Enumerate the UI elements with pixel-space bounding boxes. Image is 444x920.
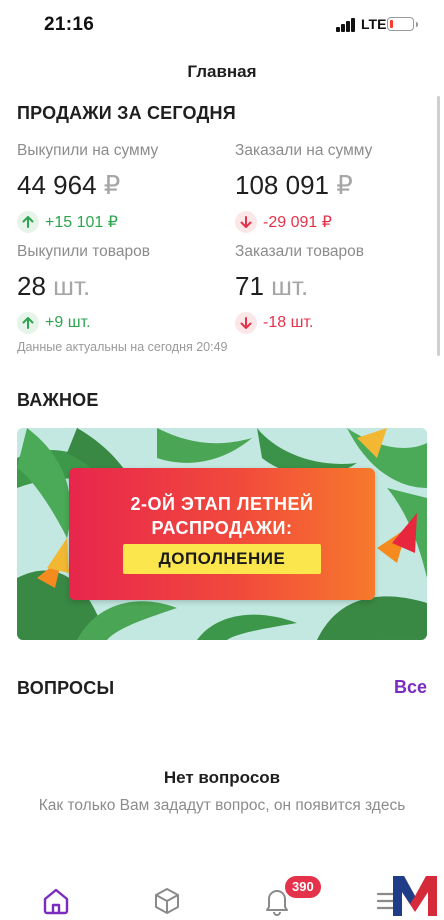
status-bar: 21:16 LTE — [0, 0, 444, 52]
page-title: Главная — [187, 62, 257, 81]
stat-delta: +15 101 ₽ — [17, 211, 217, 233]
stat-label: Выкупили товаров — [17, 243, 150, 260]
arrow-up-icon — [17, 211, 39, 233]
see-all-link[interactable]: Все — [394, 677, 427, 698]
stat-ordered-sum: Заказали на сумму 108 091 ₽ -29 091 ₽ — [235, 142, 435, 233]
status-time: 21:16 — [44, 14, 95, 35]
network-type: LTE — [361, 16, 387, 32]
stat-label: Заказали на сумму — [235, 142, 373, 159]
arrow-up-icon — [17, 312, 39, 334]
stat-ordered-items: Заказали товаров 71 шт. -18 шт. — [235, 243, 435, 334]
arrow-down-icon — [235, 312, 257, 334]
updated-note: Данные актуальны на сегодня 20:49 — [17, 340, 228, 354]
nav-products[interactable] — [152, 886, 182, 916]
delta-value: +15 101 ₽ — [45, 214, 118, 231]
box-icon — [155, 888, 179, 914]
promo-pill: ДОПОЛНЕНИЕ — [123, 544, 321, 574]
stat-unit: шт. — [271, 271, 309, 301]
stat-delta: -29 091 ₽ — [235, 211, 435, 233]
stat-label: Выкупили на сумму — [17, 142, 159, 159]
bottom-nav — [0, 868, 444, 920]
notifications-badge: 390 — [285, 876, 321, 898]
nav-home[interactable] — [41, 886, 71, 916]
promo-headline-line2: РАСПРОДАЖИ: — [151, 518, 293, 538]
empty-state-title: Нет вопросов — [163, 768, 281, 787]
promo-headline-line1: 2-ОЙ ЭТАП ЛЕТНЕЙ — [130, 494, 314, 514]
stat-value: 44 964 ₽ — [17, 170, 217, 201]
promo-banner[interactable]: 2-ОЙ ЭТАП ЛЕТНЕЙ РАСПРОДАЖИ: ДОПОЛНЕНИЕ — [17, 428, 427, 640]
arrow-down-icon — [235, 211, 257, 233]
stat-value: 108 091 ₽ — [235, 170, 435, 201]
stat-bought-items: Выкупили товаров 28 шт. +9 шт. — [17, 243, 217, 334]
battery-icon — [387, 17, 418, 31]
stat-label: Заказали товаров — [235, 243, 364, 260]
stat-value: 71 шт. — [235, 271, 435, 302]
stat-bought-sum: Выкупили на сумму 44 964 ₽ +15 101 ₽ — [17, 142, 217, 233]
delta-value: -18 шт. — [263, 314, 314, 331]
stat-number: 28 — [17, 271, 46, 301]
stat-number: 44 964 — [17, 170, 97, 200]
sales-section-title: ПРОДАЖИ ЗА СЕГОДНЯ — [17, 103, 236, 123]
empty-state-text: Как только Вам зададут вопрос, он появит… — [38, 797, 406, 814]
questions-section-title: ВОПРОСЫ — [17, 678, 115, 698]
signal-icon — [336, 18, 356, 32]
watermark-logo — [393, 876, 437, 916]
stat-unit: ₽ — [103, 170, 121, 200]
stat-delta: +9 шт. — [17, 312, 217, 334]
important-section-title: ВАЖНОЕ — [17, 390, 99, 410]
stat-number: 71 — [235, 271, 264, 301]
stat-number: 108 091 — [235, 170, 329, 200]
delta-value: +9 шт. — [45, 314, 91, 331]
stat-unit: шт. — [53, 271, 91, 301]
delta-value: -29 091 ₽ — [263, 214, 332, 231]
home-icon — [43, 888, 69, 915]
scrollbar[interactable] — [437, 96, 440, 356]
stat-unit: ₽ — [336, 170, 353, 200]
promo-card: 2-ОЙ ЭТАП ЛЕТНЕЙ РАСПРОДАЖИ: ДОПОЛНЕНИЕ — [69, 468, 375, 600]
stat-value: 28 шт. — [17, 271, 217, 302]
stat-delta: -18 шт. — [235, 312, 435, 334]
